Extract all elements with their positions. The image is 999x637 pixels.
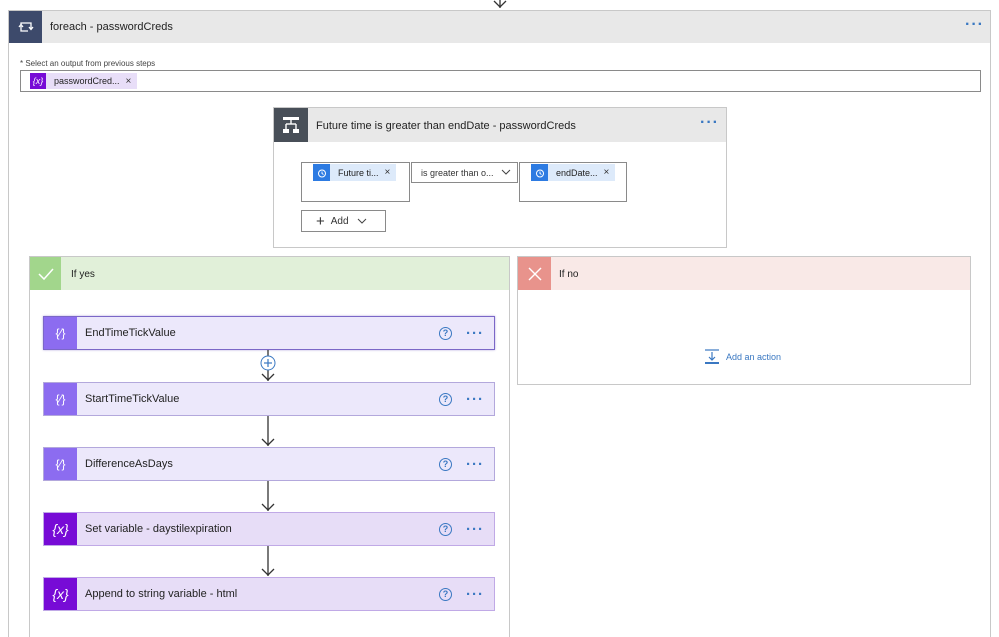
- condition-add-button[interactable]: + Add: [301, 210, 386, 232]
- alarm-clock-icon: [531, 164, 548, 181]
- chevron-down-icon: [501, 169, 511, 175]
- variable-icon: {x}: [52, 521, 69, 537]
- operator-value: is greater than o...: [421, 167, 494, 178]
- help-icon[interactable]: ?: [439, 522, 452, 536]
- if-no-header[interactable]: If no: [518, 257, 970, 290]
- plus-icon: +: [316, 212, 325, 230]
- action-append-to-string-variable[interactable]: {x} Append to string variable - html ? ·…: [43, 577, 495, 611]
- foreach-title: foreach - passwordCreds: [50, 21, 173, 33]
- variable-icon-box: {x}: [44, 513, 77, 545]
- alarm-clock-icon: [313, 164, 330, 181]
- condition-right-operand[interactable]: endDate... ×: [519, 162, 627, 202]
- compose-icon: {∕}: [55, 457, 66, 471]
- loop-icon: [17, 22, 34, 32]
- top-arrow-icon: [493, 0, 507, 8]
- remove-left-token-icon[interactable]: ×: [385, 167, 391, 178]
- compose-icon: {∕}: [55, 326, 66, 340]
- action-difference-as-days[interactable]: {∕} DifferenceAsDays ? ···: [43, 447, 495, 481]
- add-label: Add: [330, 215, 349, 227]
- condition-icon: [283, 117, 299, 133]
- down-arrow-icon: [261, 416, 275, 446]
- if-no-branch: If no Add an action: [517, 256, 971, 385]
- foreach-more-button[interactable]: ···: [965, 16, 984, 34]
- compose-icon-box: {∕}: [44, 383, 77, 415]
- help-icon[interactable]: ?: [439, 326, 452, 340]
- add-action-label: Add an action: [726, 352, 782, 362]
- action-label: Set variable - daystilexpiration: [85, 523, 232, 535]
- action-more-button[interactable]: ···: [466, 325, 484, 342]
- output-input[interactable]: {x} passwordCred... ×: [20, 70, 981, 92]
- action-end-time-tick-value[interactable]: {∕} EndTimeTickValue ? ···: [43, 316, 495, 350]
- foreach-header[interactable]: foreach - passwordCreds ···: [9, 11, 990, 43]
- variable-icon-box: {x}: [44, 578, 77, 610]
- checkmark-icon: [37, 267, 54, 280]
- variable-token-icon: {x}: [30, 73, 46, 89]
- help-icon[interactable]: ?: [439, 457, 452, 471]
- condition-more-button[interactable]: ···: [700, 114, 719, 132]
- operator-select[interactable]: is greater than o...: [411, 162, 518, 183]
- compose-icon-box: {∕}: [44, 448, 77, 480]
- foreach-icon-box: [9, 11, 42, 43]
- chevron-down-icon: [357, 218, 366, 224]
- action-label: Append to string variable - html: [85, 588, 238, 600]
- action-label: EndTimeTickValue: [85, 327, 176, 339]
- action-label: DifferenceAsDays: [85, 458, 173, 470]
- action-set-variable[interactable]: {x} Set variable - daystilexpiration ? ·…: [43, 512, 495, 546]
- remove-output-token-icon[interactable]: ×: [126, 76, 132, 87]
- output-label: * Select an output from previous steps: [20, 59, 156, 68]
- if-no-icon-box: [518, 257, 551, 290]
- condition-icon-box: [274, 108, 308, 142]
- left-token[interactable]: Future ti... ×: [313, 164, 397, 181]
- if-no-title: If no: [559, 269, 579, 280]
- compose-icon-box: {∕}: [44, 317, 77, 349]
- if-yes-title: If yes: [71, 269, 95, 280]
- action-more-button[interactable]: ···: [466, 521, 484, 538]
- help-icon[interactable]: ?: [439, 392, 452, 406]
- remove-right-token-icon[interactable]: ×: [604, 167, 610, 178]
- left-token-label: Future ti...: [338, 167, 379, 178]
- variable-icon: {x}: [52, 586, 69, 602]
- if-yes-header[interactable]: If yes: [30, 257, 509, 290]
- condition-header[interactable]: Future time is greater than endDate - pa…: [274, 108, 726, 142]
- action-start-time-tick-value[interactable]: {∕} StartTimeTickValue ? ···: [43, 382, 495, 416]
- action-label: StartTimeTickValue: [85, 393, 180, 405]
- action-more-button[interactable]: ···: [466, 456, 484, 473]
- if-no-add-action[interactable]: Add an action: [704, 349, 781, 365]
- right-token[interactable]: endDate... ×: [531, 164, 616, 181]
- down-arrow-icon: [261, 546, 275, 576]
- help-icon[interactable]: ?: [439, 587, 452, 601]
- right-token-label: endDate...: [556, 167, 598, 178]
- add-action-icon: [705, 349, 719, 364]
- output-token-label: passwordCred...: [54, 76, 120, 86]
- condition-title: Future time is greater than endDate - pa…: [316, 120, 576, 132]
- insert-step-icon[interactable]: [258, 350, 278, 383]
- condition-card: Future time is greater than endDate - pa…: [273, 107, 727, 248]
- compose-icon: {∕}: [55, 392, 66, 406]
- condition-left-operand[interactable]: Future ti... ×: [301, 162, 410, 202]
- close-icon: [528, 267, 541, 280]
- action-more-button[interactable]: ···: [466, 586, 484, 603]
- output-token[interactable]: {x} passwordCred... ×: [30, 73, 138, 89]
- action-more-button[interactable]: ···: [466, 391, 484, 408]
- if-yes-icon-box: [30, 257, 61, 290]
- down-arrow-icon: [261, 481, 275, 511]
